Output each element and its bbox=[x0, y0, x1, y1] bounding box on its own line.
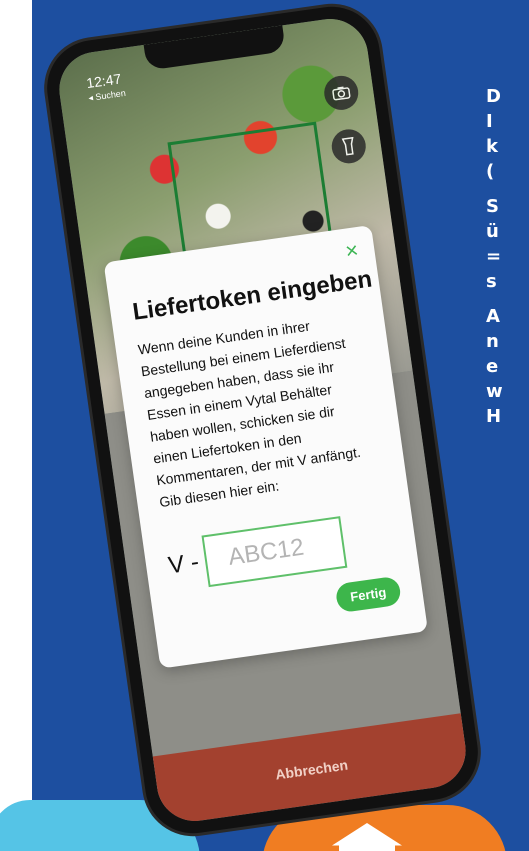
side-text-line: k bbox=[486, 136, 498, 157]
side-text-line: ü bbox=[486, 221, 499, 242]
side-text-line: D bbox=[486, 86, 501, 107]
side-text-line: H bbox=[486, 406, 502, 427]
side-text-line: n bbox=[486, 331, 499, 352]
house-icon bbox=[332, 823, 402, 851]
token-input-row: V - bbox=[165, 510, 394, 593]
done-button[interactable]: Fertig bbox=[334, 575, 403, 614]
flashlight-icon bbox=[341, 136, 354, 156]
side-text-line: A bbox=[486, 306, 500, 327]
token-input[interactable] bbox=[201, 516, 348, 588]
side-text-line: w bbox=[486, 381, 503, 402]
side-text-column: D I k ( S ü = s A n e w H bbox=[486, 84, 529, 429]
camera-icon bbox=[332, 86, 351, 101]
side-text-line: ( bbox=[486, 161, 495, 182]
side-text-line: e bbox=[486, 356, 499, 377]
liefertoken-dialog: × Liefertoken eingeben Wenn deine Kunden… bbox=[103, 225, 428, 669]
status-bar: 12:47 ◂ Suchen bbox=[85, 70, 126, 104]
side-text-line: = bbox=[486, 246, 502, 267]
dialog-description: Wenn deine Kunden in ihrer Bestellung be… bbox=[136, 317, 362, 511]
side-text-line: S bbox=[486, 196, 499, 217]
side-text-line: s bbox=[486, 271, 497, 292]
side-text-line: I bbox=[486, 111, 493, 132]
close-icon[interactable]: × bbox=[344, 237, 360, 265]
token-prefix: V - bbox=[166, 548, 201, 580]
